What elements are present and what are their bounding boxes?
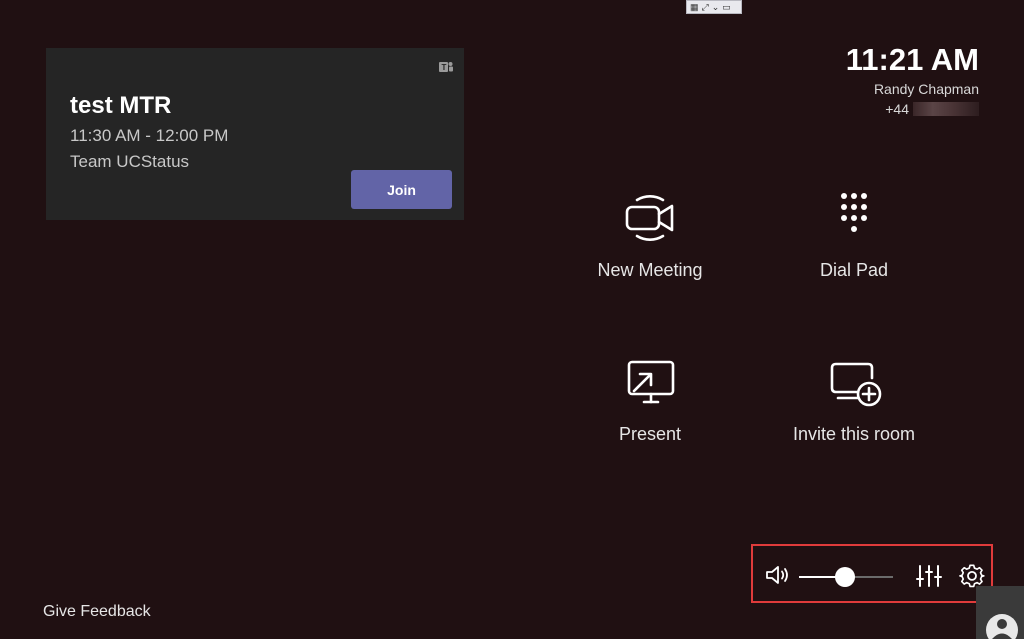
join-button[interactable]: Join [351,170,452,209]
new-meeting-button[interactable]: New Meeting [555,188,745,281]
person-icon [986,614,1018,639]
meeting-time: 11:30 AM - 12:00 PM [70,126,229,145]
avatar[interactable] [976,586,1024,639]
dial-pad-icon [841,193,867,232]
window-toolbar[interactable]: ▦ ⤢ ⌄ ▭ [686,0,742,14]
screen-icon[interactable]: ▭ [722,1,731,13]
grid-icon[interactable]: ▦ [690,1,699,13]
invite-room-icon [830,362,882,407]
present-screen-icon [627,360,675,404]
clock: 11:21 AM [845,42,979,77]
equalizer-icon[interactable] [916,564,942,588]
invite-room-label: Invite this room [792,424,916,444]
present-button[interactable]: Present [555,352,745,445]
user-phone: +44 [846,98,979,120]
chevron-down-icon[interactable]: ⌄ [712,1,720,13]
new-meeting-label: New Meeting [597,260,703,280]
user-name: Randy Chapman [873,81,979,97]
give-feedback-link[interactable]: Give Feedback [43,603,151,621]
phone-redacted [913,102,979,116]
meeting-card: T test MTR 11:30 AM - 12:00 PM Team UCSt… [46,48,464,220]
phone-prefix: +44 [885,101,909,117]
audio-controls [751,544,993,603]
volume-slider[interactable] [799,567,893,587]
meeting-organizer: Team UCStatus [70,152,190,171]
clock-block: 11:21 AM Randy Chapman +44 [846,40,979,120]
teams-icon: T [439,62,453,72]
meeting-title: test MTR [70,92,172,119]
video-camera-icon [625,195,674,241]
dial-pad-button[interactable]: Dial Pad [759,188,949,281]
dial-pad-label: Dial Pad [819,260,889,280]
present-label: Present [618,424,682,444]
svg-text:T: T [442,63,447,72]
invite-room-button[interactable]: Invite this room [759,352,949,445]
expand-icon[interactable]: ⤢ [702,1,709,13]
speaker-icon[interactable] [765,564,791,586]
volume-slider-thumb[interactable] [835,567,856,587]
